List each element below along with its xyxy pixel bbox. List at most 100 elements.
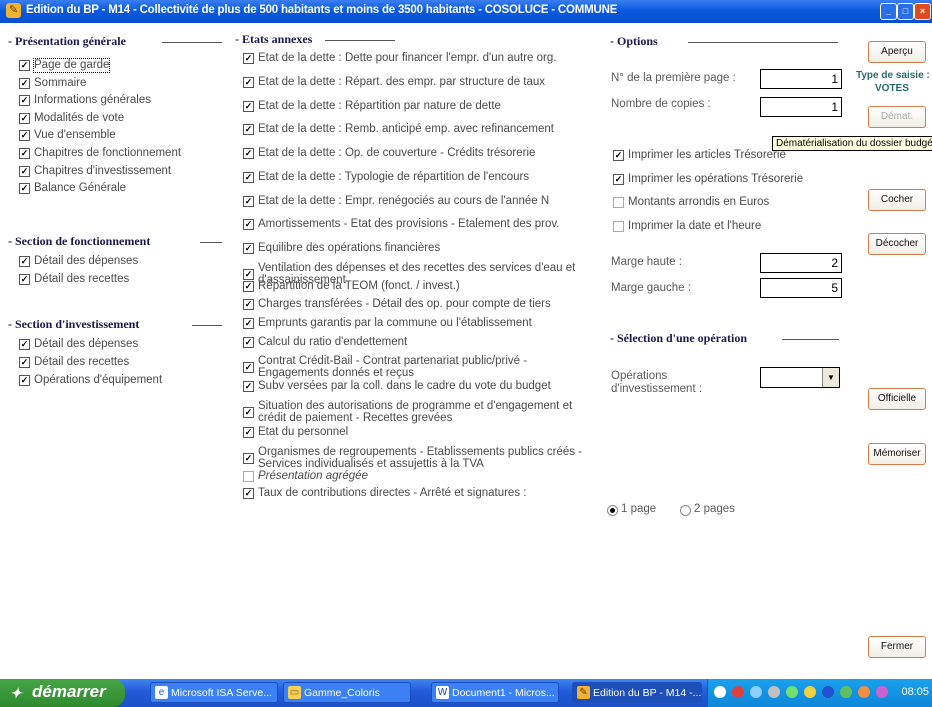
tray-icon[interactable] bbox=[804, 686, 816, 698]
checkbox-checked[interactable]: ✓ bbox=[19, 95, 30, 107]
annex-label: Charges transférées - Détail des op. pou… bbox=[258, 298, 551, 310]
apercu-button[interactable]: Aperçu bbox=[868, 41, 926, 63]
annex-label: Etat de la dette : Typologie de répartit… bbox=[258, 171, 530, 183]
checkbox-checked[interactable]: ✓ bbox=[19, 183, 30, 195]
checkbox-checked[interactable]: ✓ bbox=[243, 318, 254, 329]
taskbar-item-isa[interactable]: e Microsoft ISA Serve... bbox=[150, 682, 278, 703]
checkbox-checked[interactable]: ✓ bbox=[243, 299, 254, 310]
windows-logo-icon: ✦ bbox=[10, 685, 22, 701]
checkbox-checked[interactable]: ✓ bbox=[19, 256, 30, 267]
tray-icon[interactable] bbox=[786, 686, 798, 698]
checkbox-checked[interactable]: ✓ bbox=[19, 148, 30, 159]
cocher-button[interactable]: Cocher bbox=[868, 189, 926, 211]
checkbox-checked[interactable]: ✓ bbox=[19, 339, 30, 350]
radio-1-page-label: 1 page bbox=[621, 503, 657, 515]
checkbox-checked[interactable]: ✓ bbox=[243, 427, 254, 438]
checkbox-checked[interactable]: ✓ bbox=[19, 165, 30, 177]
tray-icon[interactable] bbox=[876, 686, 888, 698]
start-button[interactable]: ✦ démarrer bbox=[0, 679, 125, 707]
checkbox-unchecked[interactable] bbox=[613, 197, 624, 208]
radio-2-pages[interactable] bbox=[680, 505, 691, 516]
checkbox-checked[interactable]: ✓ bbox=[613, 173, 624, 185]
checkbox-checked[interactable]: ✓ bbox=[243, 407, 254, 418]
checkbox-checked[interactable]: ✓ bbox=[19, 60, 30, 71]
checkbox-checked[interactable]: ✓ bbox=[243, 124, 254, 135]
tray-icon[interactable] bbox=[768, 686, 780, 698]
annex-label: Contrat Crédit-Bail - Contrat partenaria… bbox=[258, 355, 528, 379]
taskbar-item-document[interactable]: W Document1 - Micros... bbox=[431, 682, 559, 703]
checkbox-checked[interactable]: ✓ bbox=[243, 269, 254, 280]
checkbox-checked[interactable]: ✓ bbox=[243, 381, 254, 392]
checkbox-checked[interactable]: ✓ bbox=[243, 77, 254, 88]
checkbox-label: Imprimer la date et l'heure bbox=[628, 219, 762, 232]
annex-label: Emprunts garantis par la commune ou l'ét… bbox=[258, 317, 532, 329]
demat-button[interactable]: Démat. bbox=[868, 106, 926, 128]
checkbox-checked[interactable]: ✓ bbox=[243, 488, 254, 499]
radio-1-page[interactable] bbox=[607, 505, 618, 516]
maximize-button[interactable]: □ bbox=[897, 3, 914, 20]
tray-icon[interactable] bbox=[840, 686, 852, 698]
checkbox-checked[interactable]: ✓ bbox=[243, 196, 254, 207]
checkbox-checked[interactable]: ✓ bbox=[243, 53, 254, 64]
annex-label: Etat de la dette : Répartition par natur… bbox=[258, 100, 501, 112]
tray-icon[interactable] bbox=[732, 686, 744, 698]
checkbox-checked[interactable]: ✓ bbox=[243, 148, 254, 159]
annex-label: Etat de la dette : Remb. anticipé emp. a… bbox=[258, 123, 554, 135]
taskbar-item-folder[interactable]: ▭ Gamme_Coloris bbox=[283, 682, 411, 703]
checkbox-checked[interactable]: ✓ bbox=[19, 274, 30, 285]
checkbox-checked[interactable]: ✓ bbox=[243, 281, 254, 292]
checkbox-checked[interactable]: ✓ bbox=[19, 77, 30, 89]
checkbox-checked[interactable]: ✓ bbox=[613, 150, 624, 161]
tray-icon[interactable] bbox=[714, 686, 726, 698]
marge-haute-label: Marge haute : bbox=[611, 256, 682, 268]
checkbox-checked[interactable]: ✓ bbox=[19, 130, 30, 142]
annex-label: Etat du personnel bbox=[258, 426, 349, 438]
checkbox-label: Détail des recettes bbox=[34, 356, 130, 368]
fermer-button[interactable]: Fermer bbox=[868, 636, 926, 658]
checkbox-checked[interactable]: ✓ bbox=[19, 357, 30, 368]
checkbox-unchecked[interactable] bbox=[613, 220, 624, 232]
marge-gauche-input[interactable]: 5 bbox=[760, 278, 842, 298]
divider bbox=[192, 325, 222, 326]
marge-gauche-label: Marge gauche : bbox=[611, 282, 691, 294]
annex-label: Taux de contributions directes - Arrêté … bbox=[258, 487, 527, 499]
close-button[interactable]: × bbox=[914, 3, 931, 20]
annex-label: Présentation agrégée bbox=[258, 470, 368, 482]
annex-label: Organismes de regroupements - Etablissem… bbox=[258, 446, 583, 470]
operations-select[interactable]: ▼ bbox=[760, 367, 840, 388]
clock: 08:05 bbox=[901, 686, 929, 698]
chevron-down-icon[interactable]: ▼ bbox=[822, 368, 839, 387]
taskbar-item-edition[interactable]: ✎ Edition du BP - M14 -... bbox=[572, 682, 702, 703]
checkbox-checked[interactable]: ✓ bbox=[243, 243, 254, 254]
marge-haute-input[interactable]: 2 bbox=[760, 253, 842, 273]
checkbox-checked[interactable]: ✓ bbox=[243, 101, 254, 112]
checkbox-label: Modalités de vote bbox=[34, 111, 125, 124]
tray-icon[interactable] bbox=[750, 686, 762, 698]
officielle-button[interactable]: Officielle bbox=[868, 388, 926, 410]
checkbox-unchecked[interactable] bbox=[243, 471, 254, 482]
memoriser-button[interactable]: Mémoriser bbox=[868, 443, 926, 465]
app-icon: ✎ bbox=[6, 3, 21, 18]
bluetooth-icon[interactable] bbox=[822, 686, 834, 698]
annex-label: Calcul du ratio d'endettement bbox=[258, 336, 408, 348]
checkbox-checked[interactable]: ✓ bbox=[243, 453, 254, 464]
folder-icon: ▭ bbox=[288, 686, 301, 699]
annex-label: Situation des autorisations de programme… bbox=[258, 400, 573, 424]
checkbox-checked[interactable]: ✓ bbox=[243, 219, 254, 230]
checkbox-checked[interactable]: ✓ bbox=[243, 337, 254, 348]
checkbox-checked[interactable]: ✓ bbox=[243, 362, 254, 373]
checkbox-checked[interactable]: ✓ bbox=[19, 375, 30, 386]
first-page-input[interactable]: 1 bbox=[760, 69, 842, 89]
minimize-button[interactable]: _ bbox=[880, 3, 897, 20]
checkbox-checked[interactable]: ✓ bbox=[243, 172, 254, 183]
divider bbox=[688, 42, 838, 43]
copies-input[interactable]: 1 bbox=[760, 97, 842, 117]
tray-icon[interactable] bbox=[858, 686, 870, 698]
divider bbox=[200, 242, 222, 243]
checkbox-checked[interactable]: ✓ bbox=[19, 112, 30, 124]
checkbox-label: Sommaire bbox=[34, 76, 87, 89]
fonctionnement-heading: - Section de fonctionnement bbox=[8, 234, 151, 248]
checkbox-label: Détail des dépenses bbox=[34, 338, 139, 350]
decocher-button[interactable]: Décocher bbox=[868, 233, 926, 255]
annex-label: Amortissements - Etat des provisions - E… bbox=[258, 218, 560, 230]
